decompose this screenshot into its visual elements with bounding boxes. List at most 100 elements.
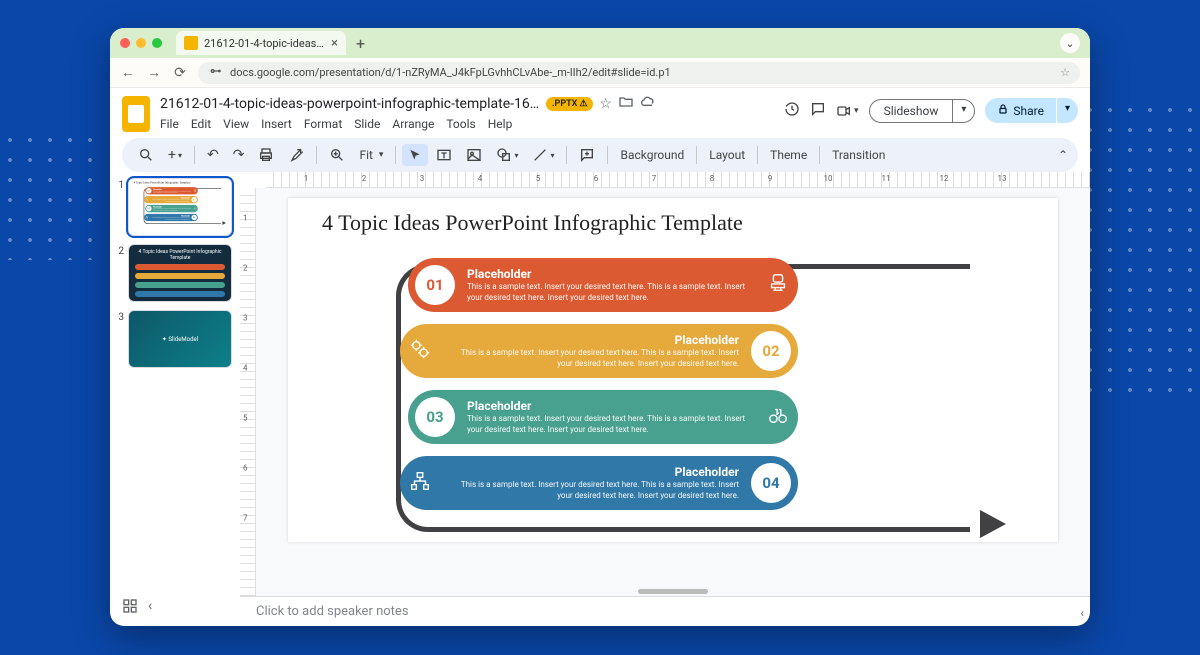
topic-pill-2[interactable]: Placeholder This is a sample text. Inser…	[400, 324, 798, 378]
transition-button[interactable]: Transition	[826, 144, 891, 166]
slide-thumb-3[interactable]: ✦ SlideModel	[128, 310, 232, 368]
pill-number: 04	[751, 463, 791, 503]
chair-icon	[192, 189, 197, 193]
undo-button[interactable]: ↶	[201, 143, 225, 167]
workspace: 1 4 Topic Ideas PowerPoint Infographic T…	[110, 172, 1090, 626]
cloud-status-icon[interactable]	[640, 94, 656, 114]
topic-pill-3[interactable]: 03 Placeholder This is a sample text. In…	[145, 205, 198, 212]
bookmark-icon[interactable]: ☆	[1060, 66, 1070, 79]
tab-list-button[interactable]: ⌄	[1060, 33, 1080, 53]
hide-filmstrip-icon[interactable]: ‹	[148, 598, 152, 618]
slideshow-button[interactable]: Slideshow	[869, 99, 953, 123]
zoom-select[interactable]: Fit▾	[353, 144, 389, 166]
slide-thumb-1[interactable]: 4 Topic Ideas PowerPoint Infographic Tem…	[128, 178, 232, 236]
redo-button[interactable]: ↷	[227, 143, 251, 167]
slides-header: 21612-01-4-topic-ideas-powerpoint-infogr…	[110, 88, 1090, 132]
reload-button[interactable]: ⟳	[172, 65, 188, 81]
theme-button[interactable]: Theme	[764, 144, 813, 166]
print-button[interactable]	[252, 143, 280, 167]
pill-title: Placeholder	[467, 267, 746, 281]
slide-thumb-2[interactable]: 4 Topic Ideas PowerPoint Infographic Tem…	[128, 244, 232, 302]
star-document-icon[interactable]: ☆	[599, 96, 612, 112]
explore-icon[interactable]	[122, 598, 138, 618]
pptx-badge[interactable]: .PPTX⚠	[546, 97, 593, 111]
share-dropdown[interactable]: ▾	[1057, 98, 1078, 123]
paint-format-button[interactable]	[282, 143, 310, 167]
pill-desc: This is a sample text. Insert your desir…	[467, 414, 746, 435]
move-document-icon[interactable]	[618, 94, 634, 114]
document-title[interactable]: 21612-01-4-topic-ideas-powerpoint-infogr…	[160, 96, 540, 112]
toolbar: +▾ ↶ ↷ Fit▾ ▾ ▾ Background Layout Theme …	[122, 138, 1078, 172]
h-scrollbar[interactable]	[638, 589, 708, 594]
binoculars-icon	[192, 207, 197, 211]
slide-thumbnails: 1 4 Topic Ideas PowerPoint Infographic T…	[110, 172, 240, 626]
pill-desc: This is a sample text. Insert your desir…	[151, 199, 190, 202]
pill-number: 03	[415, 397, 455, 437]
select-tool-icon[interactable]	[402, 144, 428, 166]
comments-icon[interactable]	[810, 101, 826, 121]
slide-canvas[interactable]: 4 Topic Ideas PowerPoint Infographic Tem…	[129, 179, 232, 225]
thumb-number: 2	[116, 246, 124, 257]
menu-tools[interactable]: Tools	[446, 117, 475, 131]
slide-title[interactable]: 4 Topic Ideas PowerPoint Infographic Tem…	[322, 210, 743, 236]
collapse-toolbar-icon[interactable]: ⌃	[1058, 148, 1068, 162]
slideshow-dropdown[interactable]: ▾	[952, 99, 975, 123]
thumb-number: 3	[116, 312, 124, 323]
line-tool-icon[interactable]: ▾	[526, 143, 560, 167]
pill-desc: This is a sample text. Insert your desir…	[452, 348, 739, 369]
forward-button[interactable]: →	[146, 64, 162, 81]
layout-button[interactable]: Layout	[703, 144, 751, 166]
topic-pill-2[interactable]: Placeholder This is a sample text. Inser…	[144, 196, 198, 203]
textbox-tool-icon[interactable]	[430, 143, 458, 167]
share-button[interactable]: Share	[985, 98, 1056, 123]
horizontal-ruler: 12345678910111213	[266, 172, 1090, 188]
new-tab-button[interactable]: +	[356, 34, 365, 53]
close-tab-icon[interactable]: ×	[331, 36, 338, 51]
zoom-tool-icon[interactable]	[323, 143, 351, 167]
meet-icon[interactable]: ▾	[836, 103, 859, 119]
chair-icon	[758, 272, 798, 299]
slides-logo-icon[interactable]	[122, 96, 150, 132]
menu-insert[interactable]: Insert	[261, 117, 292, 131]
new-slide-button[interactable]: +▾	[162, 143, 188, 167]
slide-canvas[interactable]: 4 Topic Ideas PowerPoint Infographic Tem…	[288, 198, 1058, 542]
window-controls	[120, 38, 162, 48]
menu-edit[interactable]: Edit	[191, 117, 211, 131]
menu-format[interactable]: Format	[304, 117, 342, 131]
speaker-notes[interactable]: Click to add speaker notes	[240, 596, 1090, 626]
topic-pill-1[interactable]: 01 Placeholder This is a sample text. In…	[408, 258, 798, 312]
topic-pill-4[interactable]: Placeholder This is a sample text. Inser…	[144, 214, 198, 221]
address-bar: ← → ⟳ docs.google.com/presentation/d/1-n…	[110, 58, 1090, 88]
history-icon[interactable]	[784, 101, 800, 121]
site-info-icon[interactable]	[208, 63, 224, 82]
url-input[interactable]: docs.google.com/presentation/d/1-nZRyMA_…	[198, 62, 1080, 84]
pill-desc: This is a sample text. Insert your desir…	[151, 217, 190, 220]
topic-pill-3[interactable]: 03 Placeholder This is a sample text. In…	[408, 390, 798, 444]
canvas-scroll[interactable]: 4 Topic Ideas PowerPoint Infographic Tem…	[256, 188, 1090, 596]
pill-desc: This is a sample text. Insert your desir…	[452, 480, 739, 501]
topic-pill-1[interactable]: 01 Placeholder This is a sample text. In…	[145, 187, 198, 194]
vertical-ruler: 1234567	[240, 188, 256, 596]
topic-pill-4[interactable]: Placeholder This is a sample text. Inser…	[400, 456, 798, 510]
menu-arrange[interactable]: Arrange	[392, 117, 434, 131]
menu-file[interactable]: File	[160, 117, 179, 131]
minimize-window[interactable]	[136, 38, 146, 48]
search-menus-icon[interactable]	[132, 143, 160, 167]
background-button[interactable]: Background	[614, 144, 690, 166]
pill-title: Placeholder	[467, 399, 746, 413]
maximize-window[interactable]	[152, 38, 162, 48]
pill-number: 04	[192, 215, 197, 220]
url-text: docs.google.com/presentation/d/1-nZRyMA_…	[230, 66, 671, 79]
comment-tool-icon[interactable]	[573, 143, 601, 167]
hide-sidebar-icon[interactable]: ‹	[1080, 606, 1084, 620]
pill-title: Placeholder	[452, 333, 739, 347]
menu-view[interactable]: View	[223, 117, 249, 131]
image-tool-icon[interactable]	[460, 143, 488, 167]
shape-tool-icon[interactable]: ▾	[490, 143, 524, 167]
slide-title[interactable]: 4 Topic Ideas PowerPoint Infographic Tem…	[134, 181, 191, 185]
back-button[interactable]: ←	[120, 64, 136, 81]
browser-tab[interactable]: 21612-01-4-topic-ideas-pow ×	[176, 31, 346, 55]
menu-help[interactable]: Help	[488, 117, 513, 131]
menu-slide[interactable]: Slide	[354, 117, 380, 131]
close-window[interactable]	[120, 38, 130, 48]
